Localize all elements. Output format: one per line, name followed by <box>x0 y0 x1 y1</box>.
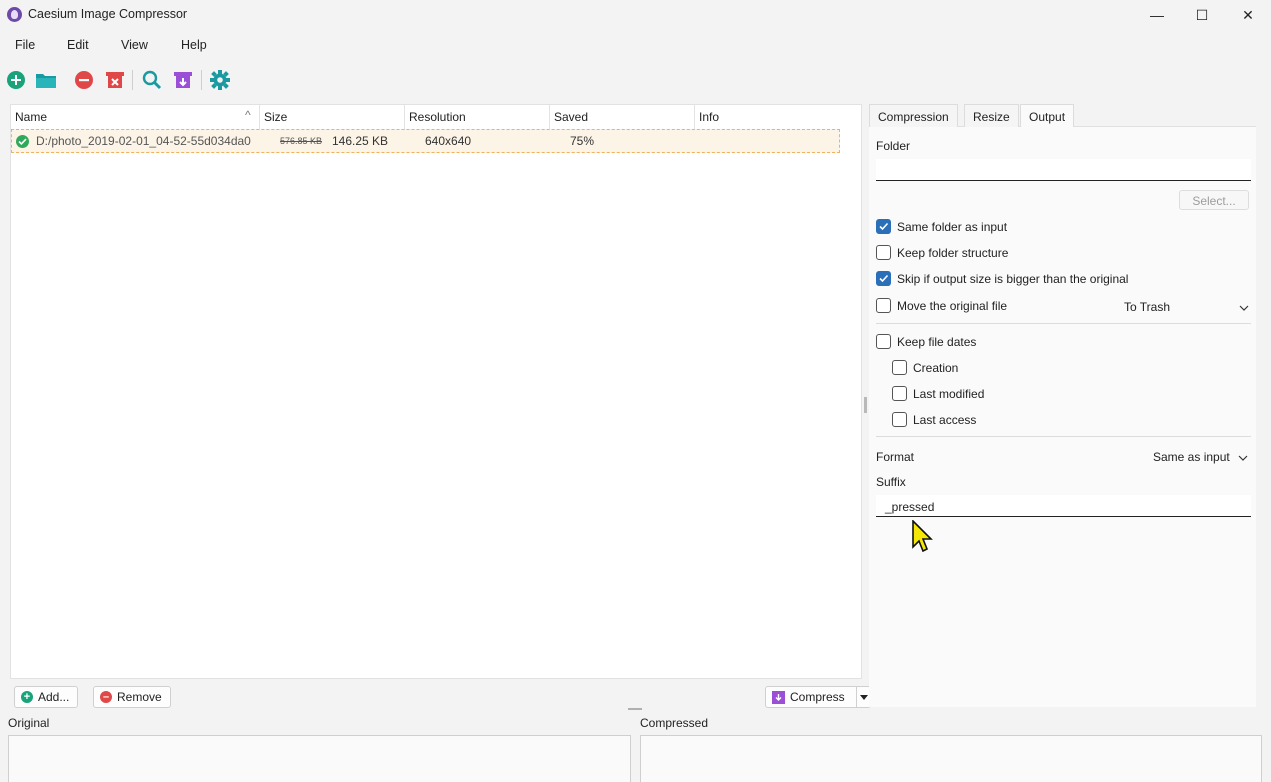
close-button[interactable]: ✕ <box>1225 0 1271 30</box>
minimize-button[interactable]: — <box>1134 0 1180 30</box>
original-size-cell: 576.85 KB <box>280 136 323 146</box>
window-title: Caesium Image Compressor <box>28 7 188 21</box>
divider <box>876 436 1251 437</box>
remove-button-label: Remove <box>117 690 162 704</box>
checkbox-unchecked-icon <box>892 360 907 375</box>
success-check-icon <box>16 135 29 148</box>
compress-button-label: Compress <box>790 690 845 704</box>
checkbox-label: Same folder as input <box>897 219 1008 234</box>
menu-edit[interactable]: Edit <box>67 38 89 52</box>
skip-bigger-checkbox[interactable]: Skip if output size is bigger than the o… <box>876 271 1128 286</box>
checkbox-checked-icon <box>876 219 891 234</box>
column-size-header[interactable]: Size <box>260 105 405 129</box>
same-folder-checkbox[interactable]: Same folder as input <box>876 219 1007 234</box>
checkbox-unchecked-icon <box>876 245 891 260</box>
preview-icon[interactable] <box>141 69 163 91</box>
app-logo-icon <box>7 7 22 22</box>
select-folder-button[interactable]: Select... <box>1179 190 1249 210</box>
file-list-panel: Name ^ Size Resolution Saved Info D:/pho… <box>10 104 862 679</box>
add-icon[interactable] <box>5 69 27 91</box>
checkbox-label: Last access <box>913 412 977 427</box>
checkbox-label: Keep file dates <box>897 334 977 349</box>
checkbox-checked-icon <box>876 271 891 286</box>
keep-dates-checkbox[interactable]: Keep file dates <box>876 334 976 349</box>
last-access-checkbox[interactable]: Last access <box>892 412 976 427</box>
remove-icon[interactable] <box>73 69 95 91</box>
remove-button[interactable]: – Remove <box>93 686 171 708</box>
toolbar-separator <box>201 70 202 90</box>
suffix-label: Suffix <box>876 475 906 489</box>
menu-bar: File Edit View Help <box>0 34 1271 58</box>
column-name-header[interactable]: Name ^ <box>11 105 260 129</box>
sort-ascending-icon: ^ <box>245 108 251 122</box>
checkbox-label: Keep folder structure <box>897 245 1009 260</box>
remove-icon: – <box>100 691 112 703</box>
move-target-value: To Trash <box>1124 300 1171 314</box>
menu-file[interactable]: File <box>15 38 35 52</box>
original-preview-label: Original <box>8 716 50 730</box>
creation-checkbox[interactable]: Creation <box>892 360 958 375</box>
checkbox-unchecked-icon <box>892 412 907 427</box>
clear-list-icon[interactable] <box>104 69 126 91</box>
checkbox-unchecked-icon <box>892 386 907 401</box>
maximize-button[interactable]: ☐ <box>1179 0 1225 30</box>
chevron-down-icon <box>1238 450 1248 464</box>
column-saved-header[interactable]: Saved <box>550 105 695 129</box>
splitter-handle[interactable] <box>628 708 642 710</box>
title-bar: Caesium Image Compressor — ☐ ✕ <box>0 0 1271 30</box>
compressed-size-cell: 146.25 KB <box>332 134 389 148</box>
mouse-pointer-icon <box>911 519 937 556</box>
last-modified-checkbox[interactable]: Last modified <box>892 386 984 401</box>
toolbar <box>0 64 1271 96</box>
original-preview <box>8 735 631 782</box>
format-select[interactable]: Same as input <box>1153 450 1248 464</box>
compress-dropdown-icon[interactable] <box>855 687 870 707</box>
column-resolution-header[interactable]: Resolution <box>405 105 550 129</box>
tab-compression[interactable]: Compression <box>869 104 958 127</box>
add-icon: + <box>21 691 33 703</box>
compressed-preview <box>640 735 1262 782</box>
folder-label: Folder <box>876 139 911 153</box>
column-info-header[interactable]: Info <box>695 105 840 129</box>
move-target-select[interactable]: To Trash <box>1124 300 1249 314</box>
saved-cell: 75% <box>570 134 595 148</box>
tab-resize[interactable]: Resize <box>964 104 1019 127</box>
compressed-preview-label: Compressed <box>640 716 709 730</box>
splitter-handle[interactable] <box>864 397 867 413</box>
settings-panel: Compression Resize Output Folder Select.… <box>869 104 1256 707</box>
compress-button[interactable]: Compress <box>765 686 871 708</box>
tab-output[interactable]: Output <box>1020 104 1075 127</box>
compress-icon <box>772 690 785 704</box>
settings-tabs: Compression Resize Output <box>869 104 1256 127</box>
menu-help[interactable]: Help <box>181 38 207 52</box>
format-value: Same as input <box>1153 450 1230 464</box>
checkbox-unchecked-icon <box>876 298 891 313</box>
app-window: Caesium Image Compressor — ☐ ✕ File Edit… <box>0 0 1271 782</box>
resolution-cell: 640x640 <box>425 134 472 148</box>
menu-view[interactable]: View <box>121 38 148 52</box>
checkbox-label: Skip if output size is bigger than the o… <box>897 271 1129 286</box>
format-label: Format <box>876 450 915 464</box>
settings-icon[interactable] <box>209 69 231 91</box>
divider <box>876 323 1251 324</box>
add-button[interactable]: + Add... <box>14 686 79 708</box>
suffix-input[interactable]: _pressed <box>876 495 1251 517</box>
checkbox-label: Creation <box>913 360 959 375</box>
move-original-checkbox[interactable]: Move the original file <box>876 298 1007 313</box>
add-button-label: Add... <box>38 690 70 704</box>
table-row[interactable]: D:/photo_2019-02-01_04-52-55d034da0 576.… <box>11 129 840 153</box>
output-folder-input[interactable] <box>876 159 1251 181</box>
checkbox-label: Move the original file <box>897 298 1008 313</box>
toolbar-separator <box>132 70 133 90</box>
column-label: Name <box>15 110 48 124</box>
checkbox-unchecked-icon <box>876 334 891 349</box>
chevron-down-icon <box>1239 300 1249 314</box>
keep-structure-checkbox[interactable]: Keep folder structure <box>876 245 1008 260</box>
compress-icon[interactable] <box>172 69 194 91</box>
file-name-cell: D:/photo_2019-02-01_04-52-55d034da0 <box>36 134 251 148</box>
folder-open-icon[interactable] <box>35 69 57 91</box>
checkbox-label: Last modified <box>913 386 985 401</box>
